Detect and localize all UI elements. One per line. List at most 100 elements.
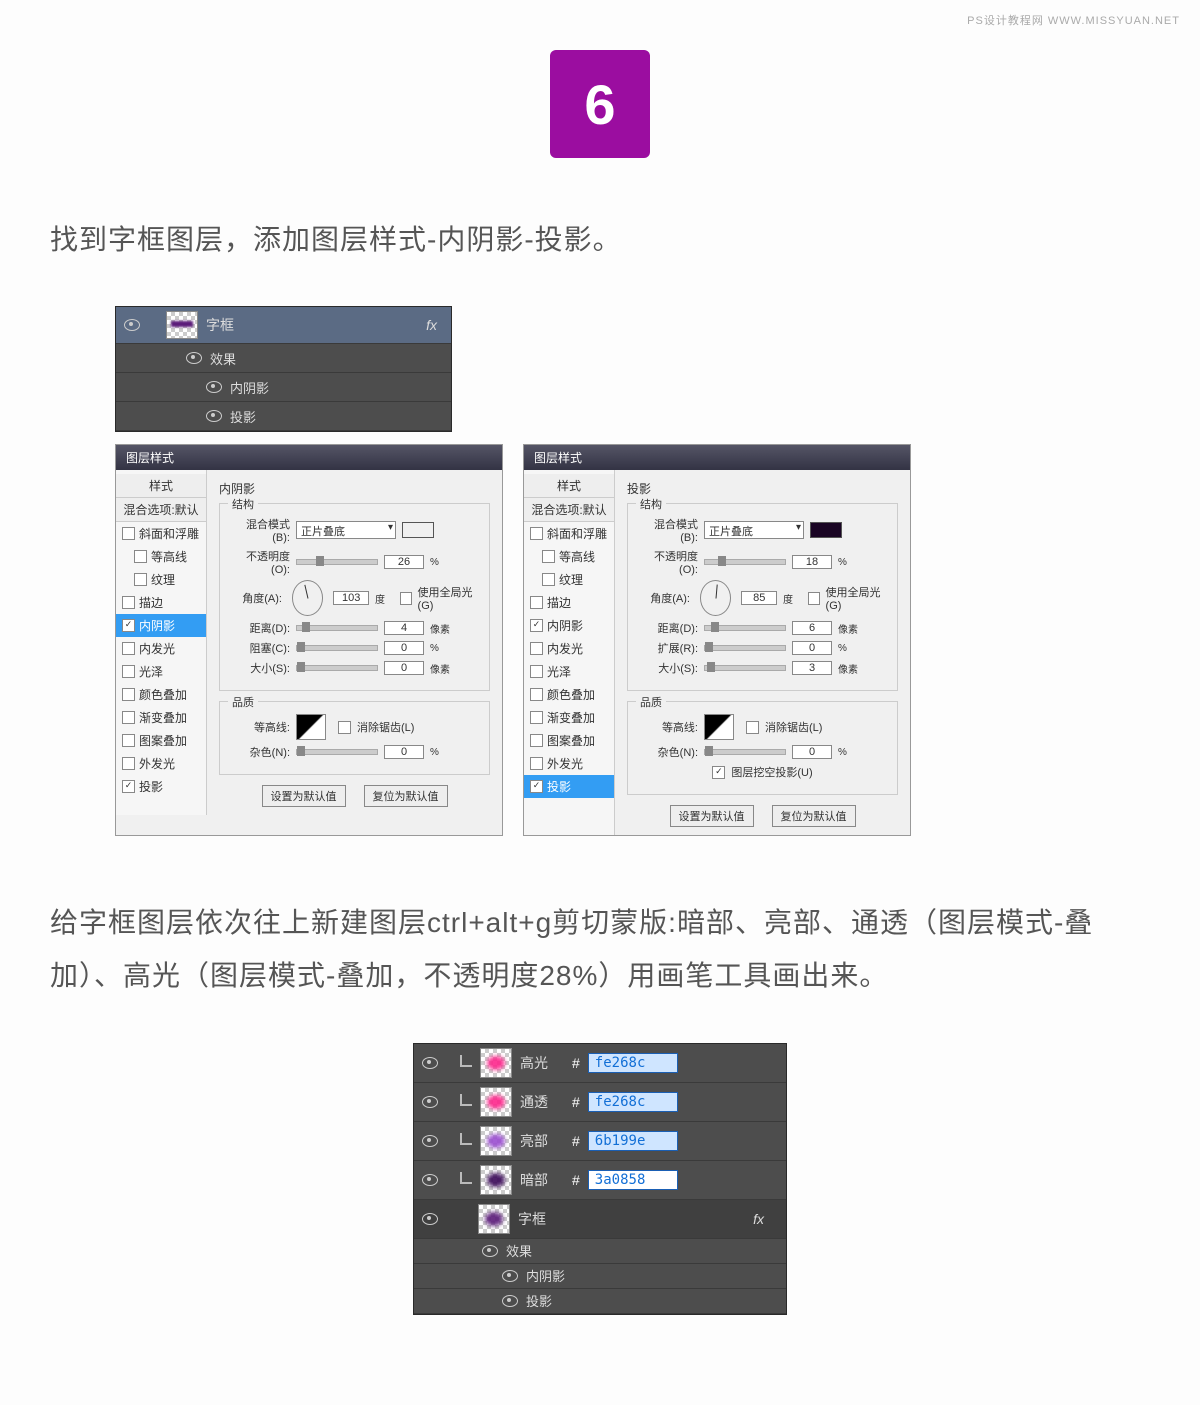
style-item-satin[interactable]: 光泽 [524,660,614,683]
choke-slider[interactable] [296,645,378,651]
noise-value[interactable]: 0 [792,745,832,759]
size-value[interactable]: 3 [792,661,832,675]
style-item-outer-glow[interactable]: 外发光 [116,752,206,775]
visibility-icon[interactable] [186,352,202,364]
antialias-checkbox[interactable] [746,721,759,734]
hex-color-field[interactable]: fe268c [588,1053,678,1073]
effects-group-row[interactable]: 效果 [116,344,451,373]
reset-default-button[interactable]: 复位为默认值 [772,805,856,827]
distance-value[interactable]: 6 [792,621,832,635]
style-item-drop-shadow[interactable]: 投影 [524,775,614,798]
fx-indicator[interactable]: fx [426,317,437,333]
style-item-inner-glow[interactable]: 内发光 [524,637,614,660]
opacity-slider[interactable] [296,559,378,565]
distance-value[interactable]: 4 [384,621,424,635]
angle-dial[interactable] [700,580,731,616]
noise-slider[interactable] [296,749,378,755]
style-item-drop-shadow[interactable]: 投影 [116,775,206,798]
style-item-gradient-overlay[interactable]: 渐变叠加 [524,706,614,729]
visibility-icon[interactable] [422,1174,438,1186]
style-item-inner-shadow[interactable]: 内阴影 [524,614,614,637]
instruction-paragraph-2: 给字框图层依次往上新建图层ctrl+alt+g剪切蒙版:暗部、亮部、通透（图层模… [50,896,1150,1002]
fx-indicator[interactable]: fx [753,1211,764,1227]
blend-mode-dropdown[interactable]: 正片叠底 [296,521,396,539]
noise-value[interactable]: 0 [384,745,424,759]
make-default-button[interactable]: 设置为默认值 [262,785,346,807]
style-item-color-overlay[interactable]: 颜色叠加 [524,683,614,706]
style-item-bevel[interactable]: 斜面和浮雕 [524,522,614,545]
style-item-contour[interactable]: 等高线 [116,545,206,568]
effect-row-drop-shadow[interactable]: 投影 [116,402,451,431]
spread-slider[interactable] [704,645,786,651]
clipped-layer-row[interactable]: 亮部 # 6b199e [414,1122,786,1161]
style-item-pattern-overlay[interactable]: 图案叠加 [116,729,206,752]
angle-value[interactable]: 103 [333,591,368,605]
clipped-layer-row[interactable]: 暗部 # 3a0858 [414,1161,786,1200]
contour-picker[interactable] [704,714,734,740]
opacity-slider[interactable] [704,559,786,565]
color-swatch[interactable] [402,522,434,538]
visibility-icon[interactable] [422,1057,438,1069]
base-layer-row[interactable]: 字框 fx [414,1200,786,1239]
global-light-checkbox[interactable] [400,592,412,605]
angle-dial[interactable] [292,580,323,616]
visibility-icon[interactable] [482,1245,498,1257]
style-item-bevel[interactable]: 斜面和浮雕 [116,522,206,545]
hex-color-field[interactable]: fe268c [588,1092,678,1112]
size-slider[interactable] [296,665,378,671]
visibility-icon[interactable] [206,381,222,393]
distance-slider[interactable] [704,625,786,631]
distance-slider[interactable] [296,625,378,631]
size-value[interactable]: 0 [384,661,424,675]
antialias-checkbox[interactable] [338,721,351,734]
style-item-gradient-overlay[interactable]: 渐变叠加 [116,706,206,729]
visibility-icon[interactable] [422,1135,438,1147]
style-item-contour[interactable]: 等高线 [524,545,614,568]
clipped-layer-row[interactable]: 通透 # fe268c [414,1083,786,1122]
style-item-texture[interactable]: 纹理 [116,568,206,591]
noise-slider[interactable] [704,749,786,755]
style-item-stroke[interactable]: 描边 [116,591,206,614]
style-item-texture[interactable]: 纹理 [524,568,614,591]
hex-color-field[interactable]: 3a0858 [588,1170,678,1190]
effect-row-drop-shadow[interactable]: 投影 [414,1289,786,1314]
opacity-value[interactable]: 26 [384,555,424,569]
effects-group-row[interactable]: 效果 [414,1239,786,1264]
color-swatch[interactable] [810,522,842,538]
reset-default-button[interactable]: 复位为默认值 [364,785,448,807]
opacity-value[interactable]: 18 [792,555,832,569]
layer-row-main[interactable]: 字框 fx [116,307,451,344]
visibility-icon[interactable] [124,319,140,331]
style-item-stroke[interactable]: 描边 [524,591,614,614]
sidebar-header: 样式 [116,474,206,498]
style-item-inner-shadow[interactable]: 内阴影 [116,614,206,637]
visibility-icon[interactable] [422,1096,438,1108]
clipped-layer-row[interactable]: 高光 # fe268c [414,1044,786,1083]
effect-row-inner-shadow[interactable]: 内阴影 [414,1264,786,1289]
style-item-outer-glow[interactable]: 外发光 [524,752,614,775]
size-slider[interactable] [704,665,786,671]
angle-value[interactable]: 85 [741,591,776,605]
effect-row-inner-shadow[interactable]: 内阴影 [116,373,451,402]
hex-color-field[interactable]: 6b199e [588,1131,678,1151]
effects-label: 效果 [210,349,236,368]
global-light-checkbox[interactable] [808,592,820,605]
style-item-pattern-overlay[interactable]: 图案叠加 [524,729,614,752]
sidebar-header-blend[interactable]: 混合选项:默认 [116,498,206,522]
blend-mode-dropdown[interactable]: 正片叠底 [704,521,804,539]
sidebar-header-blend[interactable]: 混合选项:默认 [524,498,614,522]
style-item-satin[interactable]: 光泽 [116,660,206,683]
style-item-inner-glow[interactable]: 内发光 [116,637,206,660]
visibility-icon[interactable] [502,1295,518,1307]
visibility-icon[interactable] [206,410,222,422]
make-default-button[interactable]: 设置为默认值 [670,805,754,827]
contour-picker[interactable] [296,714,326,740]
visibility-icon[interactable] [502,1270,518,1282]
visibility-icon[interactable] [422,1213,438,1225]
dialog-titlebar: 图层样式 [116,445,502,470]
spread-value[interactable]: 0 [792,641,832,655]
dialog-titlebar: 图层样式 [524,445,910,470]
choke-value[interactable]: 0 [384,641,424,655]
knockout-checkbox[interactable] [712,766,725,779]
style-item-color-overlay[interactable]: 颜色叠加 [116,683,206,706]
